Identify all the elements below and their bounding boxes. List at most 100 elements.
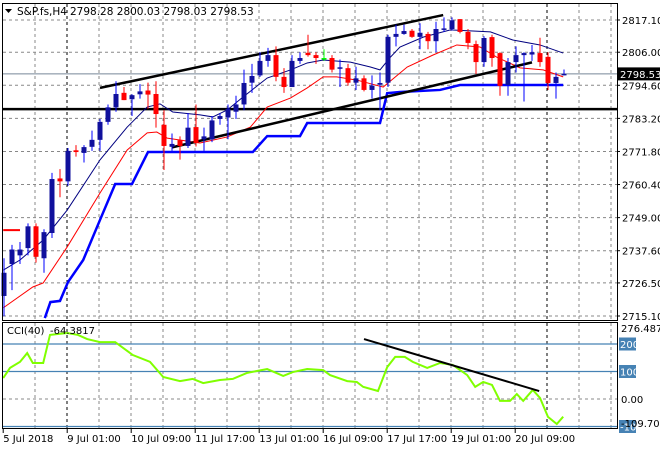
- candle-body: [49, 179, 55, 234]
- candle-body: [153, 94, 159, 115]
- candle: [377, 72, 383, 111]
- cci-line: [2, 331, 564, 426]
- time-tick-label: 5 Jul 2018: [3, 434, 53, 445]
- candle: [497, 52, 503, 96]
- candle-body: [25, 226, 31, 249]
- candle: [49, 172, 55, 238]
- candle-body: [377, 82, 383, 85]
- candle-body: [105, 107, 111, 122]
- candle-body: [201, 136, 207, 140]
- candle: [145, 82, 151, 109]
- cci-max-label: 276.4876: [621, 324, 660, 335]
- candle-body: [73, 150, 79, 153]
- trading-chart[interactable]: 2817.10 2806.00 2794.60 2783.20 2771.80 2760.…: [0, 0, 660, 450]
- price-tick-label: 2806.00: [622, 48, 660, 59]
- candle: [505, 58, 511, 96]
- candle: [193, 104, 199, 147]
- candle-body: [177, 140, 183, 146]
- triangle-down-icon[interactable]: [5, 9, 12, 13]
- candle-body: [345, 68, 351, 83]
- candle: [41, 229, 47, 273]
- price-tick-label: 2737.60: [622, 247, 660, 258]
- candle-body: [513, 55, 519, 63]
- candle: [137, 84, 143, 99]
- candle-body: [417, 32, 423, 37]
- candle-body: [321, 58, 327, 60]
- candle-body: [257, 60, 263, 76]
- candle: [361, 75, 367, 92]
- candle: [489, 34, 495, 67]
- candle-body: [465, 31, 471, 43]
- candle: [513, 46, 519, 73]
- candle: [73, 145, 79, 157]
- time-tick-label: 16 Jul 09:00: [323, 434, 383, 445]
- candle-body: [241, 82, 247, 105]
- candle-body: [521, 53, 527, 56]
- candle: [289, 55, 295, 88]
- candle-body: [489, 37, 495, 59]
- candle-body: [129, 95, 135, 100]
- candle: [433, 21, 439, 53]
- time-tick-label: 9 Jul 01:00: [67, 434, 121, 445]
- candle-body: [449, 20, 455, 29]
- candle-body: [217, 116, 223, 119]
- grid: [3, 4, 617, 428]
- candle-body: [65, 150, 71, 182]
- cci-min-label: -109.7046: [621, 419, 660, 430]
- candle-body: [561, 73, 567, 76]
- candle: [337, 59, 343, 88]
- candle-body: [89, 139, 95, 147]
- price-tick-label: 2794.60: [622, 81, 660, 92]
- candle-body: [481, 37, 487, 63]
- cci-trendline: [363, 338, 540, 392]
- candle: [521, 52, 527, 102]
- candle-body: [121, 92, 127, 101]
- candle: [393, 24, 399, 47]
- candle-body: [57, 178, 63, 182]
- cci-panel-frame: [2, 322, 618, 429]
- candle-body: [313, 55, 319, 59]
- candle-body: [441, 28, 447, 30]
- candle-body: [297, 58, 303, 61]
- price-panel-frame: [2, 3, 618, 321]
- candle-body: [161, 124, 167, 146]
- time-tick-label: 13 Jul 01:00: [259, 434, 319, 445]
- price-tick-label: 2715.10: [622, 312, 660, 323]
- candle: [121, 87, 127, 101]
- candle-body: [249, 76, 255, 83]
- symbol-label: S&P.fs,H4: [17, 6, 67, 18]
- candle: [481, 36, 487, 67]
- candle-body: [385, 36, 391, 83]
- candle-body: [353, 78, 359, 83]
- candle-body: [137, 91, 143, 95]
- candle-body: [537, 53, 543, 63]
- candle: [305, 34, 311, 57]
- candle-body: [265, 55, 271, 61]
- candle: [241, 69, 247, 111]
- candle-body: [545, 56, 551, 83]
- candle: [81, 145, 87, 163]
- candle: [409, 28, 415, 38]
- candle-body: [41, 232, 47, 259]
- fast-moving-average-line: [2, 29, 564, 271]
- candle: [217, 113, 223, 125]
- price-tick-label: 2817.10: [622, 16, 660, 27]
- candle-body: [193, 127, 199, 144]
- price-panel[interactable]: [1, 13, 618, 319]
- cci-title: CCI(40): [7, 326, 45, 337]
- price-tick-label: 2726.50: [622, 279, 660, 290]
- candle-body: [393, 33, 399, 37]
- candle: [153, 81, 159, 128]
- candle: [345, 63, 351, 86]
- candle-body: [233, 104, 239, 112]
- candle: [257, 52, 263, 77]
- candle: [561, 69, 567, 76]
- price-tick-label: 2760.40: [622, 181, 660, 192]
- candle-body: [337, 67, 343, 69]
- candle: [353, 66, 359, 90]
- candle-body: [553, 76, 559, 83]
- candle: [473, 40, 479, 74]
- cci-panel[interactable]: [2, 331, 617, 428]
- cci-value: -64.3817: [50, 326, 95, 337]
- candle: [65, 147, 71, 186]
